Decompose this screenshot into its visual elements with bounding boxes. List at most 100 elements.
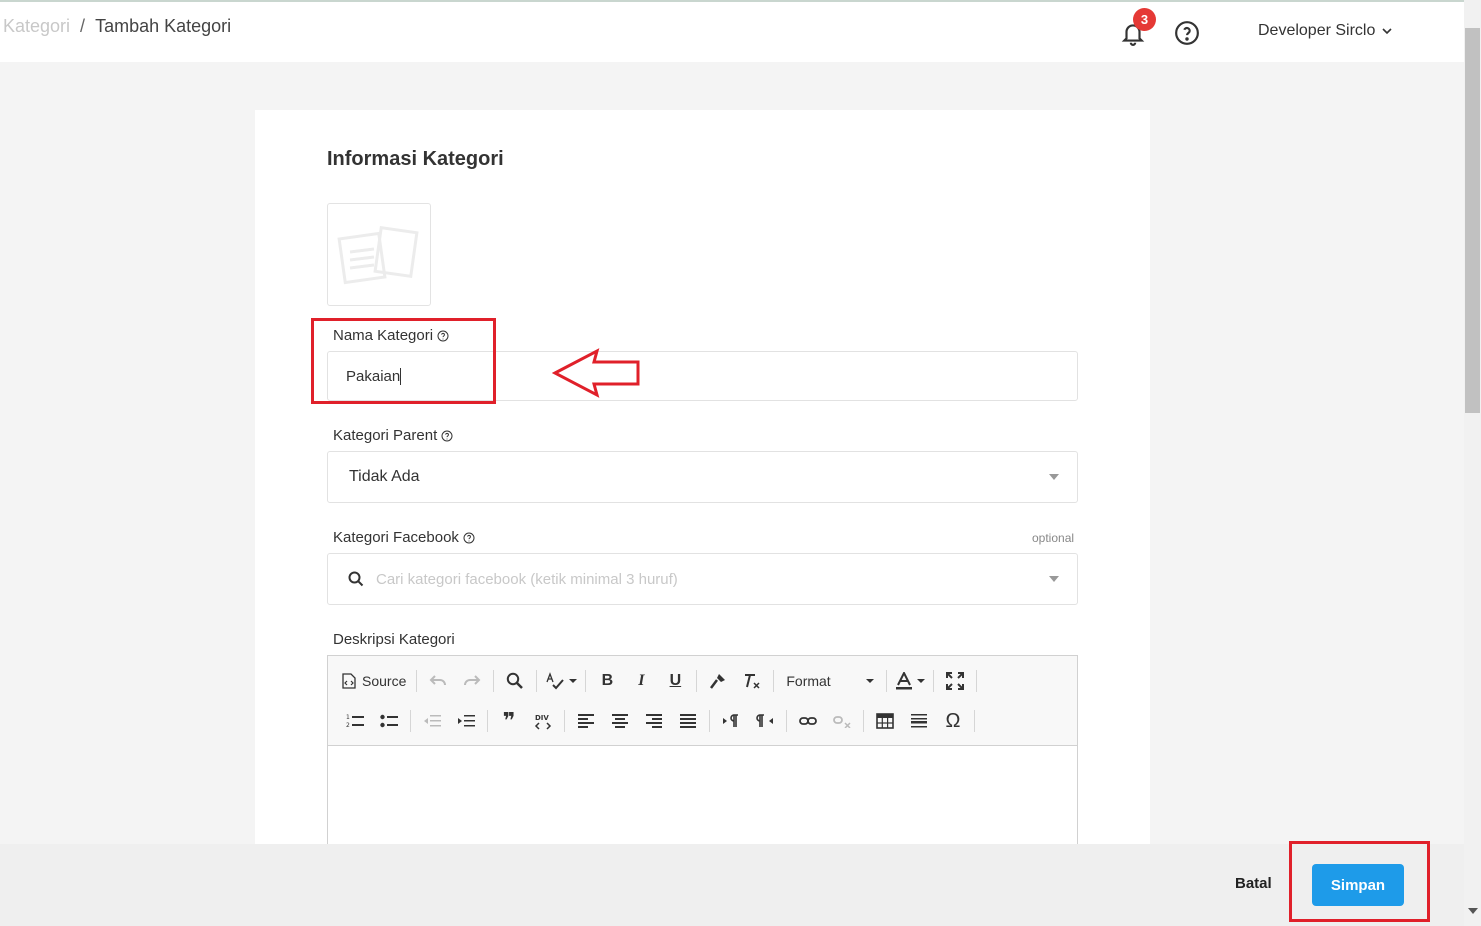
align-left-button[interactable] <box>573 708 599 734</box>
special-character-button[interactable]: Ω <box>940 708 966 734</box>
caret-down-icon <box>1049 576 1059 582</box>
align-left-icon <box>578 714 594 728</box>
kategori-parent-label: Kategori Parent <box>333 427 453 444</box>
section-title: Informasi Kategori <box>327 148 504 170</box>
find-button[interactable] <box>502 668 528 694</box>
text-direction-ltr-button[interactable] <box>718 708 744 734</box>
outdent-icon <box>424 715 441 727</box>
bulleted-list-button[interactable] <box>376 708 402 734</box>
kategori-facebook-search[interactable]: Cari kategori facebook (ketik minimal 3 … <box>327 553 1078 605</box>
text-direction-rtl-button[interactable] <box>752 708 778 734</box>
toolbar-separator <box>976 670 978 692</box>
toolbar-separator <box>410 710 411 732</box>
source-button[interactable]: Source <box>342 668 406 694</box>
caret-down-icon <box>866 679 875 683</box>
italic-button[interactable]: I <box>628 668 654 694</box>
bulleted-list-icon <box>380 714 398 728</box>
breadcrumb-link-kategori[interactable]: Kategori <box>3 16 70 37</box>
remove-format-icon <box>745 674 760 689</box>
toolbar-separator <box>974 710 975 732</box>
table-icon <box>876 713 894 729</box>
numbered-list-icon: 12 <box>346 714 364 729</box>
redo-icon <box>464 675 481 686</box>
underline-button[interactable]: U <box>662 668 688 694</box>
toolbar-separator <box>773 670 775 692</box>
user-menu[interactable]: Developer Sirclo <box>1258 22 1393 40</box>
svg-text:DIV: DIV <box>535 714 549 722</box>
breadcrumb-current: Tambah Kategori <box>95 16 232 36</box>
creatediv-button[interactable]: DIV <box>530 708 556 734</box>
source-icon <box>342 673 356 689</box>
rich-text-editor: Source B I U Format 1 2 ❞ DIV Ω <box>327 655 1078 855</box>
table-button[interactable] <box>872 708 898 734</box>
search-icon <box>507 672 524 689</box>
text-color-button[interactable] <box>895 668 926 694</box>
spellcheck-icon <box>546 672 565 690</box>
spellcheck-button[interactable] <box>545 668 578 694</box>
source-label: Source <box>362 673 407 689</box>
toolbar-separator <box>493 670 495 692</box>
image-placeholder-icon <box>337 225 419 284</box>
svg-text:1: 1 <box>346 714 350 721</box>
indent-button[interactable] <box>453 708 479 734</box>
copy-format-button[interactable] <box>705 668 731 694</box>
numbered-list-button[interactable]: 12 <box>342 708 368 734</box>
toolbar-separator <box>487 710 488 732</box>
link-button[interactable] <box>795 708 821 734</box>
breadcrumb: Kategori / Tambah Kategori <box>3 16 231 37</box>
outdent-button[interactable] <box>419 708 445 734</box>
kategori-facebook-label: Kategori Facebook <box>333 529 475 546</box>
caret-down-icon <box>569 679 578 683</box>
deskripsi-kategori-label-text: Deskripsi Kategori <box>333 631 455 648</box>
format-label: Format <box>786 673 831 689</box>
toolbar-separator <box>786 710 787 732</box>
horizontal-rule-button[interactable] <box>906 708 932 734</box>
unlink-icon <box>833 716 851 728</box>
bold-button[interactable]: B <box>594 668 620 694</box>
kategori-facebook-placeholder: Cari kategori facebook (ketik minimal 3 … <box>376 570 678 588</box>
align-justify-icon <box>680 714 696 728</box>
deskripsi-kategori-label: Deskripsi Kategori <box>333 631 455 648</box>
user-name: Developer Sirclo <box>1258 22 1376 39</box>
kategori-parent-label-text: Kategori Parent <box>333 427 438 444</box>
category-image-upload[interactable] <box>327 203 431 306</box>
maximize-button[interactable] <box>942 668 968 694</box>
toolbar-separator <box>536 670 538 692</box>
notification-badge: 3 <box>1133 8 1156 31</box>
undo-button[interactable] <box>425 668 451 694</box>
indent-icon <box>458 715 475 727</box>
svg-text:2: 2 <box>346 722 350 729</box>
align-right-icon <box>646 714 662 728</box>
toolbar-separator <box>933 670 935 692</box>
caret-down-icon <box>1049 474 1059 480</box>
rtl-direction-icon <box>756 714 773 727</box>
toolbar-row-2: 12 ❞ DIV Ω <box>342 706 983 736</box>
align-justify-button[interactable] <box>675 708 701 734</box>
blockquote-button[interactable]: ❞ <box>496 708 522 734</box>
align-center-button[interactable] <box>607 708 633 734</box>
format-dropdown[interactable]: Format <box>782 668 878 694</box>
cancel-button[interactable]: Batal <box>1235 875 1272 892</box>
editor-content-area[interactable] <box>328 747 1077 854</box>
align-right-button[interactable] <box>641 708 667 734</box>
annotation-highlight-box <box>311 318 496 404</box>
remove-format-button[interactable] <box>739 668 765 694</box>
redo-button[interactable] <box>459 668 485 694</box>
kategori-parent-value: Tidak Ada <box>349 468 420 485</box>
toolbar-separator <box>696 670 698 692</box>
unlink-button[interactable] <box>829 708 855 734</box>
kategori-facebook-label-text: Kategori Facebook <box>333 529 459 546</box>
scrollbar-thumb[interactable] <box>1465 28 1480 413</box>
toolbar-separator <box>416 670 418 692</box>
paintbrush-icon <box>710 674 726 689</box>
scroll-down-arrow-icon[interactable] <box>1468 908 1478 914</box>
help-icon[interactable] <box>1174 20 1200 46</box>
toolbar-row-1: Source B I U Format <box>342 666 985 696</box>
align-center-icon <box>612 714 628 728</box>
kategori-parent-select[interactable]: Tidak Ada <box>327 451 1078 503</box>
chevron-down-icon <box>1382 28 1392 35</box>
div-container-icon: DIV <box>534 714 552 730</box>
question-icon <box>441 430 453 441</box>
annotation-save-highlight-box <box>1289 841 1430 922</box>
ltr-direction-icon <box>723 714 738 727</box>
